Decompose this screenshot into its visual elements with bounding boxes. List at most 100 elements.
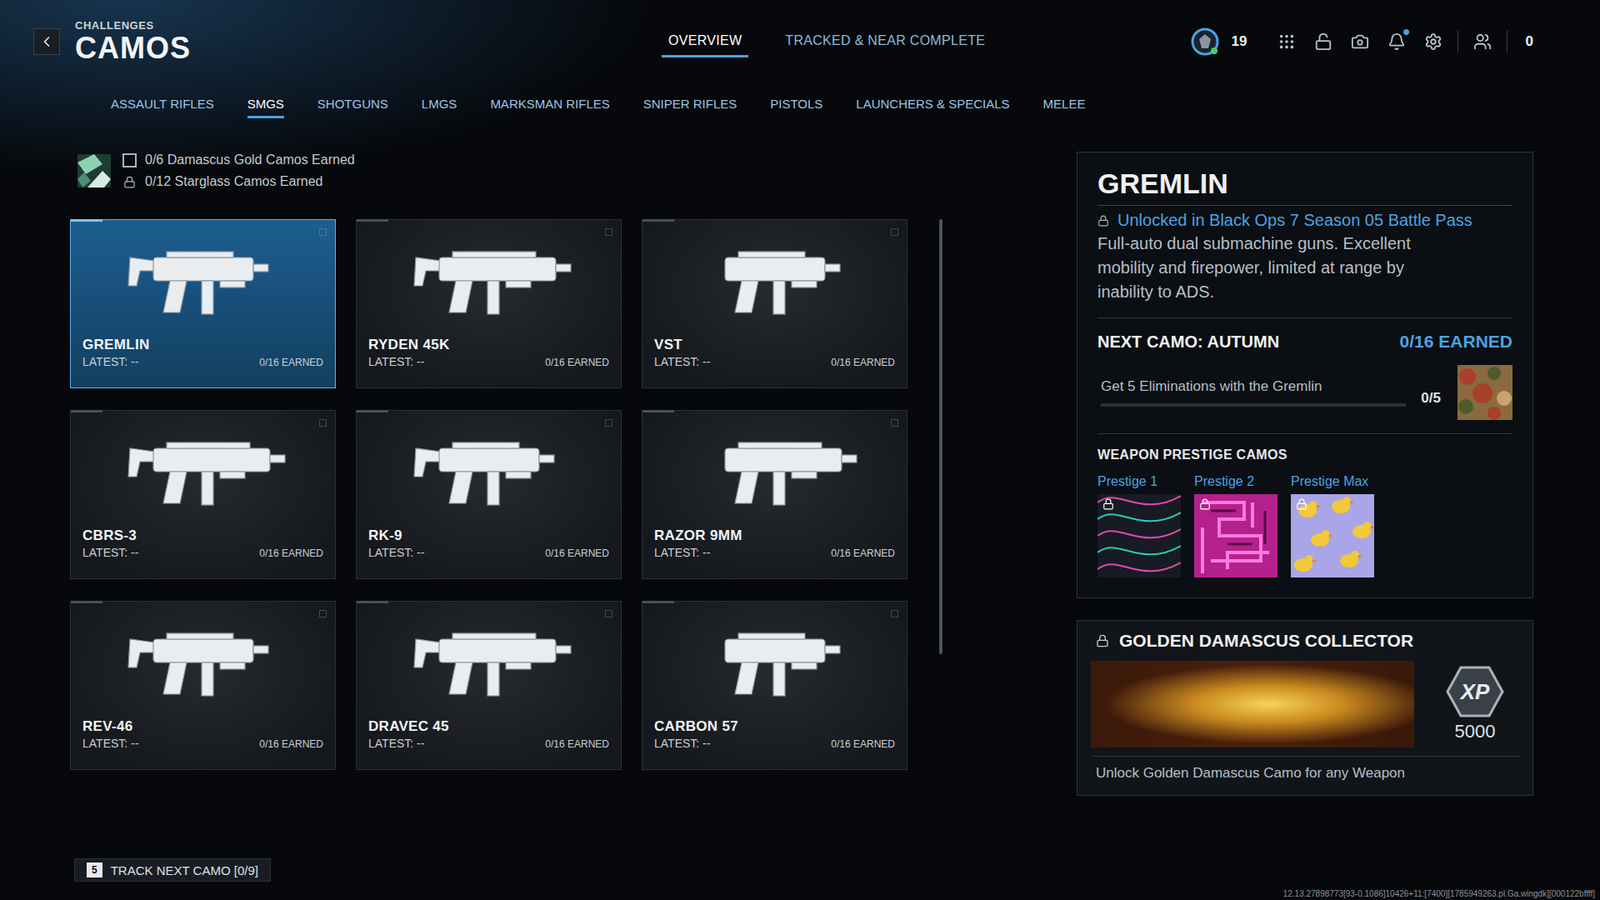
category-tab[interactable]: LAUNCHERS & SPECIALS xyxy=(855,90,1010,119)
divider xyxy=(1457,30,1459,53)
weapon-name: RK-9 xyxy=(368,527,610,545)
weapon-card[interactable]: RK-9LATEST: --0/16 EARNED xyxy=(355,410,622,580)
prestige-title: WEAPON PRESTIGE CAMOS xyxy=(1097,447,1513,463)
checkbox[interactable] xyxy=(122,153,137,168)
nav-tab[interactable]: OVERVIEW xyxy=(661,26,749,58)
category-tabs: ASSAULT RIFLES SMGS SHOTGUNS LMGS MARKSMAN R… xyxy=(0,83,1600,125)
card-accent xyxy=(356,600,389,604)
category-tab[interactable]: LMGS xyxy=(421,90,458,119)
prestige-camo[interactable] xyxy=(1097,494,1181,578)
reward-description: Unlock Golden Damascus Camo for any Weap… xyxy=(1090,765,1520,782)
weapon-name: CARBON 57 xyxy=(654,718,895,735)
weapon-name: CBRS-3 xyxy=(82,527,324,545)
card-footer: LATEST: --0/16 EARNED xyxy=(368,355,610,369)
weapon-card[interactable]: REV-46LATEST: --0/16 EARNED xyxy=(70,600,336,770)
gun-area xyxy=(368,601,610,719)
category-tab[interactable]: ASSAULT RIFLES xyxy=(110,90,215,119)
card-accent xyxy=(70,600,103,604)
footer: 5TRACK NEXT CAMO [0/9] 12.13.27898773[93-… xyxy=(0,841,1600,900)
category-tab[interactable]: SHOTGUNS xyxy=(317,90,389,119)
card-corner-mark xyxy=(319,610,327,618)
prestige-camo[interactable] xyxy=(1194,494,1278,578)
weapon-image-icon xyxy=(691,423,859,515)
notifications-button[interactable] xyxy=(1384,29,1410,55)
rank-icon[interactable] xyxy=(1190,26,1220,57)
summary-text: 0/6 Damascus Gold Camos Earned xyxy=(145,152,355,168)
reward-panel: GOLDEN DAMASCUS COLLECTOR XP5000 Unlock Go… xyxy=(1076,620,1534,796)
card-footer: LATEST: --0/16 EARNED xyxy=(82,736,324,750)
category-tab[interactable]: PISTOLS xyxy=(770,90,823,119)
latest-camo: LATEST: -- xyxy=(82,736,139,750)
unlocks-button[interactable] xyxy=(1310,29,1336,55)
gun-area xyxy=(82,410,324,528)
scrollbar[interactable] xyxy=(939,219,943,655)
latest-camo: LATEST: -- xyxy=(654,736,710,750)
category-tab[interactable]: SNIPER RIFLES xyxy=(643,90,738,119)
top-bar: CHALLENGESCAMOSOVERVIEW TRACKED & NEAR CO… xyxy=(0,0,1600,84)
prestige-label: Prestige 1 xyxy=(1097,474,1181,490)
divider xyxy=(1506,30,1508,53)
camo-summary: 0/6 Damascus Gold Camos Earned 0/12 Starg… xyxy=(70,152,954,190)
latest-camo: LATEST: -- xyxy=(82,545,139,560)
weapon-card[interactable]: GREMLINLATEST: --0/16 EARNED xyxy=(70,219,336,389)
camera-button[interactable] xyxy=(1347,29,1373,55)
card-accent xyxy=(70,410,103,413)
prestige-label: Prestige 2 xyxy=(1194,474,1278,490)
card-footer: LATEST: --0/16 EARNED xyxy=(654,545,895,560)
challenge-progress-bar xyxy=(1100,403,1406,407)
weapon-card[interactable]: CBRS-3LATEST: --0/16 EARNED xyxy=(70,410,336,580)
card-footer: LATEST: --0/16 EARNED xyxy=(654,355,895,369)
page-title: CAMOS xyxy=(75,33,191,64)
gun-area xyxy=(654,220,895,337)
settings-button[interactable] xyxy=(1420,29,1446,55)
weapon-name: GREMLIN xyxy=(82,336,324,354)
category-tab[interactable]: MELEE xyxy=(1043,90,1086,119)
header: CHALLENGESCAMOS xyxy=(33,20,662,64)
prestige-lock xyxy=(1102,498,1115,510)
card-footer: LATEST: --0/16 EARNED xyxy=(82,545,324,560)
key-hint: 5 xyxy=(86,862,103,878)
latest-camo: LATEST: -- xyxy=(368,736,425,750)
reward-title: GOLDEN DAMASCUS COLLECTOR xyxy=(1119,630,1414,651)
gun-area xyxy=(654,410,895,528)
weapon-name: RAZOR 9MM xyxy=(654,527,895,545)
card-footer: LATEST: -- 0/16 EARNED xyxy=(368,736,610,750)
build-string: 12.13.27898773[93-0.1086]10426+11:[7400]… xyxy=(1283,889,1595,899)
weapon-card[interactable]: DRAVEC 45LATEST: --0/16 EARNED xyxy=(355,600,622,770)
prestige-camo[interactable] xyxy=(1290,494,1375,578)
reward-body: XP5000 xyxy=(1090,660,1520,757)
gear-icon xyxy=(1424,32,1443,51)
main-area: 0/6 Damascus Gold Camos Earned 0/12 Starg… xyxy=(0,125,1600,842)
summary-text: 0/12 Starglass Camos Earned xyxy=(145,174,323,190)
nav-tabs: OVERVIEW TRACKED & NEAR COMPLETE xyxy=(661,26,992,58)
prestige-row: Prestige 1Prestige 2Prestige Max xyxy=(1097,474,1513,578)
divider xyxy=(1097,433,1513,435)
lock-mark xyxy=(122,175,137,189)
weapon-card[interactable]: RYDEN 45KLATEST: --0/16 EARNED xyxy=(355,219,622,389)
social-button[interactable] xyxy=(1470,29,1495,55)
weapon-card[interactable]: CARBON 57LATEST: --0/16 EARNED xyxy=(641,600,908,770)
category-tab[interactable]: SMGS xyxy=(247,90,285,119)
menu-button[interactable] xyxy=(1274,29,1300,55)
prestige-camo-icon xyxy=(1097,494,1181,578)
earned-count: 0/16 EARNED xyxy=(545,356,610,369)
track-next-camo-button[interactable]: 5TRACK NEXT CAMO [0/9] xyxy=(74,858,271,882)
earned-count: 0/16 EARNED xyxy=(830,356,895,369)
weapon-card[interactable]: RAZOR 9MMLATEST: --0/16 EARNED xyxy=(641,410,908,580)
weapon-name: REV-46 xyxy=(82,718,324,735)
challenge-progress: 0/5 xyxy=(1420,390,1441,407)
weapon-card[interactable]: VSTLATEST: --0/16 EARNED xyxy=(641,219,908,389)
gun-area xyxy=(82,220,324,337)
card-footer: LATEST: --0/16 EARNED xyxy=(368,545,610,560)
back-button[interactable] xyxy=(33,28,60,55)
card-corner-mark xyxy=(890,419,899,427)
next-camo-row: NEXT CAMO: AUTUMN0/16 EARNED xyxy=(1097,331,1513,352)
lock-open-icon xyxy=(1314,32,1333,51)
nav-tab[interactable]: TRACKED & NEAR COMPLETE xyxy=(778,26,992,58)
weapon-name: RYDEN 45K xyxy=(368,336,610,354)
earned-count: 0/16 EARNED xyxy=(830,547,895,560)
gun-area xyxy=(368,220,610,337)
weapon-column: 0/6 Damascus Gold Camos Earned 0/12 Starg… xyxy=(70,125,954,842)
category-tab[interactable]: MARKSMAN RIFLES xyxy=(490,90,610,119)
earned-count: 0/16 EARNED xyxy=(545,738,610,750)
